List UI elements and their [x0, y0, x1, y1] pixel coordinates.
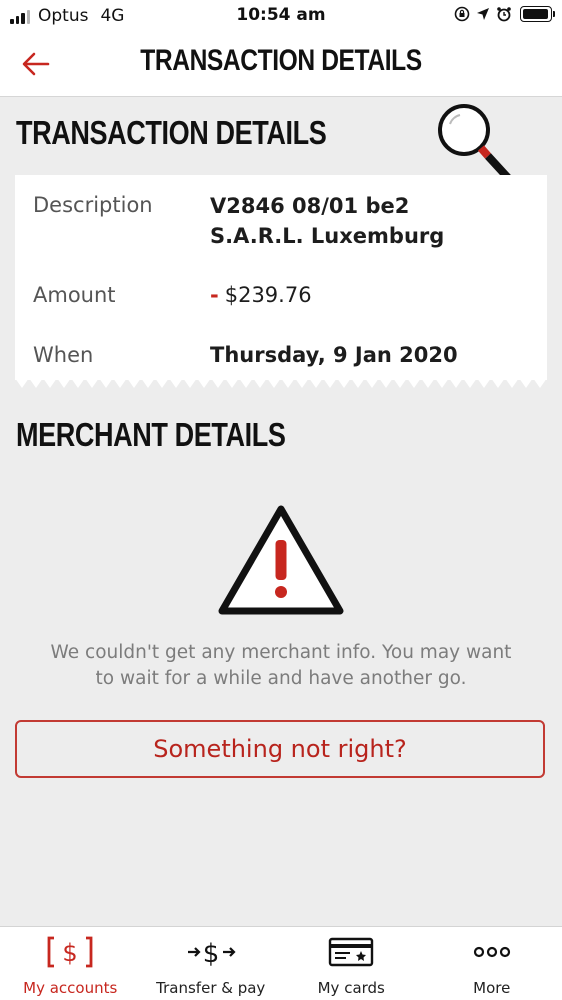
svg-text:$: $: [202, 939, 219, 969]
transfer-pay-icon: $: [185, 935, 237, 969]
bottom-navigation: $ My accounts $ Transfer & pay My cards …: [0, 926, 562, 1000]
alarm-clock-icon: [497, 7, 511, 22]
arrow-left-icon: [22, 52, 50, 76]
transaction-details-screen: Optus 4G 10:54 am TRANSACTION DETAILS TR…: [0, 0, 562, 1000]
nav-label: More: [473, 979, 511, 997]
nav-transfer-pay[interactable]: $ Transfer & pay: [141, 927, 282, 1000]
status-bar-right: [448, 6, 555, 22]
description-line-2: S.A.R.L. Luxemburg: [210, 224, 445, 248]
amount-sign: -: [210, 283, 219, 307]
amount-label: Amount: [33, 283, 116, 307]
nav-my-cards[interactable]: My cards: [281, 927, 422, 1000]
merchant-info-message: We couldn't get any merchant info. You m…: [50, 642, 512, 689]
battery-icon: [520, 6, 555, 22]
page-title: TRANSACTION DETAILS: [140, 44, 422, 77]
nav-label: Transfer & pay: [156, 979, 266, 997]
location-arrow-icon: [477, 8, 489, 20]
magnifier-icon: [438, 104, 513, 180]
nav-my-accounts[interactable]: $ My accounts: [0, 927, 141, 1000]
more-dots-icon: [472, 935, 512, 969]
receipt-edge: [15, 378, 547, 388]
transaction-section-title: TRANSACTION DETAILS: [16, 114, 327, 151]
svg-text:$: $: [63, 939, 78, 967]
amount-value-wrap: - $239.76: [210, 280, 312, 310]
nav-label: My accounts: [23, 979, 118, 997]
when-label: When: [33, 343, 94, 367]
description-line-1: V2846 08/01 be2: [210, 194, 410, 218]
accounts-dollar-icon: $: [46, 935, 94, 969]
status-bar: Optus 4G 10:54 am: [0, 0, 562, 32]
warning-triangle-icon: [218, 505, 344, 615]
description-value: V2846 08/01 be2 S.A.R.L. Luxemburg: [210, 191, 444, 251]
amount-value: $239.76: [224, 283, 312, 307]
something-not-right-button[interactable]: Something not right?: [15, 720, 545, 778]
transaction-details-card: Description V2846 08/01 be2 S.A.R.L. Lux…: [15, 175, 547, 380]
nav-label: My cards: [317, 979, 385, 997]
description-label: Description: [33, 193, 153, 217]
card-icon: [328, 935, 374, 969]
nav-more[interactable]: More: [422, 927, 562, 1000]
top-header: TRANSACTION DETAILS: [0, 32, 562, 97]
back-button[interactable]: [18, 46, 54, 82]
orientation-lock-icon: [454, 6, 470, 22]
merchant-section-title: MERCHANT DETAILS: [16, 416, 286, 453]
when-value: Thursday, 9 Jan 2020: [210, 343, 458, 367]
